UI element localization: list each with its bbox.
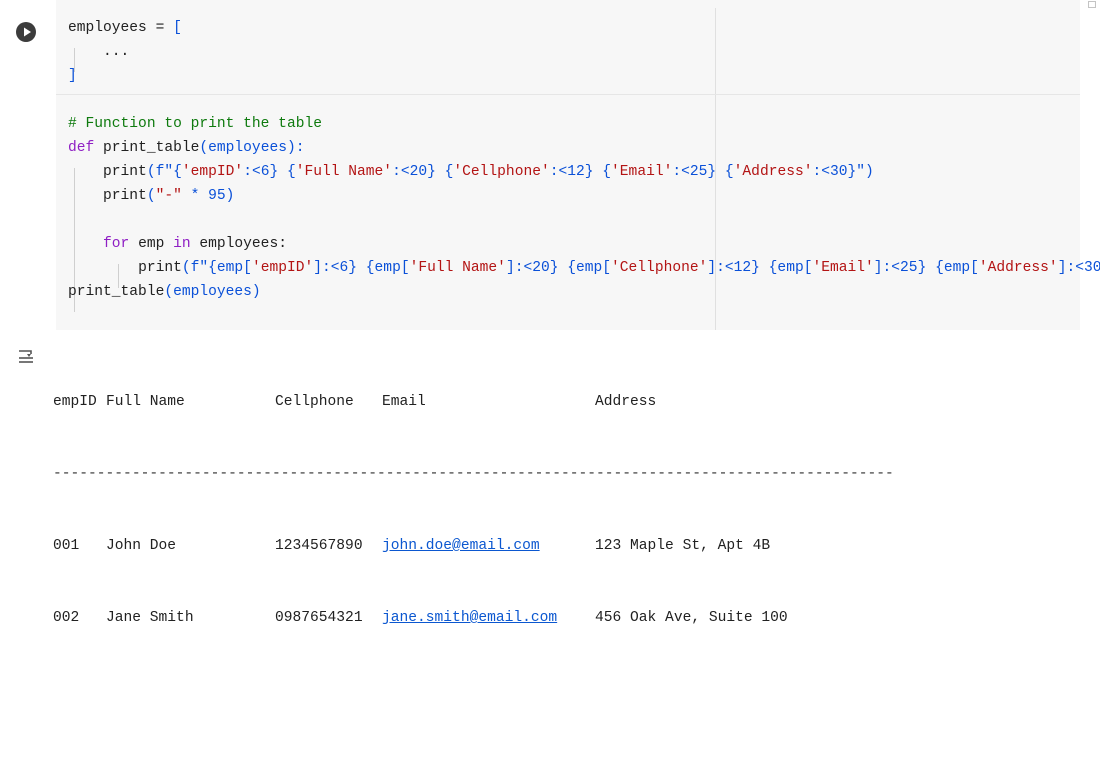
code-token: =	[146, 20, 174, 36]
code-line: for emp in employees:	[68, 232, 1100, 256]
code-token: print	[103, 164, 147, 180]
cell-empid: 001	[53, 538, 80, 554]
code-string: 'Cellphone'	[453, 164, 550, 180]
code-comment: # Function to print the table	[68, 116, 322, 132]
code-token: :<30}	[812, 164, 857, 180]
code-token: (employees):	[199, 140, 305, 156]
email-link[interactable]: jane.smith@email.com	[382, 606, 557, 630]
code-token: ]:<20} {emp[	[505, 260, 612, 276]
play-icon	[24, 27, 31, 37]
code-string: 'Cellphone'	[611, 260, 708, 276]
code-text: employees = [ ...] # Function to print t…	[68, 16, 1100, 304]
code-string: 'Email'	[611, 164, 673, 180]
code-token: ]:<12} {emp[	[707, 260, 813, 276]
code-line: # Function to print the table	[68, 112, 1100, 136]
output-actions-icon[interactable]	[16, 346, 36, 366]
cell-cellphone: 0987654321	[275, 610, 363, 626]
run-cell-button[interactable]	[16, 22, 36, 42]
code-token: ")	[856, 164, 874, 180]
cell-address: 456 Oak Ave, Suite 100	[595, 610, 788, 626]
code-keyword: in	[173, 236, 191, 252]
code-line: employees = [	[68, 16, 1100, 40]
table-row: 001 John Doe 1234567890 john.doe@email.c…	[53, 534, 770, 558]
header-address: Address	[595, 394, 657, 410]
code-token: employees	[68, 20, 147, 36]
code-line: print("-" * 95)	[68, 184, 1100, 208]
code-line: ...	[68, 40, 1100, 64]
code-line: def print_table(employees):	[68, 136, 1100, 160]
separator-line: ----------------------------------------…	[53, 466, 894, 482]
code-token: ]	[68, 68, 77, 84]
table-row: 002 Jane Smith 0987654321 jane.smith@ema…	[53, 606, 788, 630]
code-token: :<25} {	[672, 164, 734, 180]
code-line: print_table(employees)	[68, 280, 1100, 304]
header-email: Email	[382, 394, 426, 410]
code-cell: ↑ ↓ ⇔ ☐ employees = [ ...] # Function to…	[0, 0, 1100, 626]
code-line: ]	[68, 64, 1100, 88]
code-token: * 95)	[181, 188, 235, 204]
cell-full-name: John Doe	[106, 538, 177, 554]
cell-full-name: Jane Smith	[106, 610, 194, 626]
code-editor[interactable]: employees = [ ...] # Function to print t…	[56, 0, 1100, 330]
code-line: print(f"{emp['empID']:<6} {emp['Full Nam…	[68, 256, 1100, 280]
output-separator-row: ----------------------------------------…	[53, 462, 894, 486]
code-token: ]:<6} {emp[	[313, 260, 410, 276]
output-header-row: empID Full Name Cellphone Email Address	[53, 390, 656, 414]
header-cellphone: Cellphone	[275, 394, 354, 410]
code-token: :<6} {	[243, 164, 296, 180]
code-keyword: def	[68, 140, 95, 156]
cell-empid: 002	[53, 610, 80, 626]
cell-cellphone: 1234567890	[275, 538, 363, 554]
comment-icon[interactable]: ☐	[1088, 0, 1096, 10]
code-token: :<12} {	[549, 164, 612, 180]
cell-address: 123 Maple St, Apt 4B	[595, 538, 771, 554]
code-token: print_table	[68, 284, 165, 300]
code-string: 'Address'	[978, 260, 1058, 276]
code-token: :<20} {	[392, 164, 454, 180]
code-token: {	[173, 164, 182, 180]
code-string: "-"	[155, 188, 182, 204]
code-keyword: for	[103, 236, 130, 252]
code-token: ]:<25} {emp[	[873, 260, 979, 276]
code-token: (f"	[146, 164, 174, 180]
code-token: [	[173, 20, 182, 36]
code-token: print_table	[103, 140, 200, 156]
code-token: (employees)	[164, 284, 261, 300]
code-string: 'Address'	[733, 164, 813, 180]
code-token: print	[138, 260, 182, 276]
code-line: print(f"{'empID':<6} {'Full Name':<20} {…	[68, 160, 1100, 184]
code-string: 'empID'	[251, 260, 314, 276]
code-string: 'Full Name'	[409, 260, 506, 276]
header-empid: empID	[53, 394, 97, 410]
code-string: 'Email'	[812, 260, 874, 276]
cell-output: empID Full Name Cellphone Email Address …	[53, 342, 894, 678]
code-token: {emp[	[208, 260, 252, 276]
code-token: print	[103, 188, 147, 204]
email-link[interactable]: john.doe@email.com	[382, 534, 540, 558]
code-token: ]:<30}	[1057, 260, 1100, 276]
code-token: ...	[103, 44, 130, 60]
header-full-name: Full Name	[106, 394, 185, 410]
code-string: 'empID'	[181, 164, 244, 180]
code-token: employees:	[190, 236, 287, 252]
code-token: (f"	[181, 260, 209, 276]
code-string: 'Full Name'	[295, 164, 393, 180]
code-token: (	[146, 188, 156, 204]
code-token: emp	[129, 236, 174, 252]
